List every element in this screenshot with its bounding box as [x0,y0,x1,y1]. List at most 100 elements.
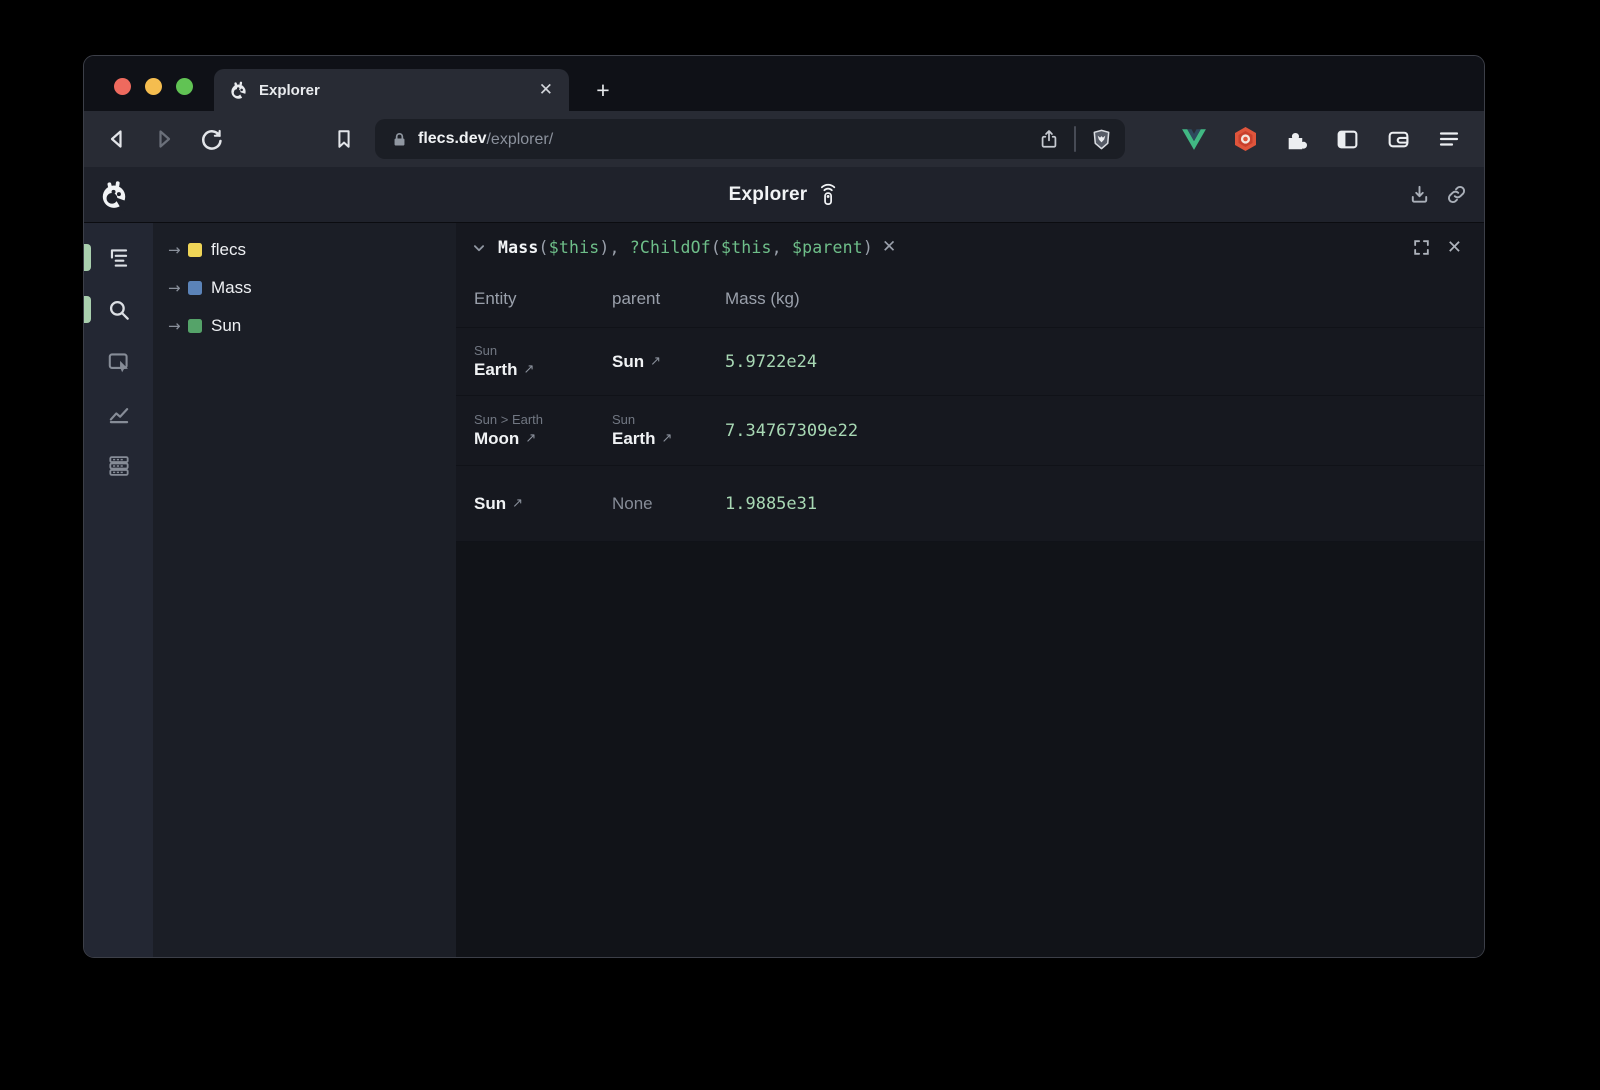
query-token: $this [549,238,600,257]
query-expression[interactable]: Mass($this), ?ChildOf($this, $parent) [498,238,873,257]
tree-item-mass[interactable]: → Mass [153,269,456,307]
extensions-area [1181,126,1470,152]
active-panel-indicator [84,296,91,323]
query-token: ) [599,238,609,257]
url-path: /explorer/ [486,132,553,147]
forward-button[interactable] [149,124,179,154]
entity-link[interactable]: Sun [612,351,644,373]
entity-color-square [188,319,202,333]
tab-strip: Explorer ✕ + [84,56,1484,111]
query-token: ( [539,238,549,257]
expand-arrow-icon[interactable]: → [168,317,188,335]
close-panel-icon[interactable]: ✕ [1447,237,1462,258]
query-panel: Mass($this), ?ChildOf($this, $parent) ✕ … [456,223,1484,957]
query-panel-empty-area [456,542,1484,957]
expand-arrow-icon[interactable]: → [168,279,188,297]
reload-button[interactable] [196,124,226,154]
table-row[interactable]: Sun > EarthMoon ↗ SunEarth ↗ 7.34767309e22 [456,396,1484,466]
query-token: ) [863,238,873,257]
browser-menu-icon[interactable] [1436,126,1462,152]
table-row[interactable]: Sun ↗ None 1.9885e31 [456,466,1484,542]
entity-color-square [188,243,202,257]
table-row[interactable]: SunEarth↗Sun↗5.9722e24 [456,328,1484,396]
table-header-row: Entity parent Mass (kg) [456,271,1484,328]
fullscreen-icon[interactable] [1412,238,1431,257]
log-panel-button[interactable] [106,453,132,479]
query-results-table: Entity parent Mass (kg) SunEarth↗Sun↗5.9… [456,271,1484,542]
tab-title: Explorer [259,82,320,99]
zoom-window-button[interactable] [176,78,193,95]
hexagon-extension-icon[interactable] [1232,126,1258,152]
share-icon[interactable] [1038,128,1060,150]
mass-value: 7.34767309e22 [725,421,1484,441]
query-token: Mass [498,238,539,257]
new-tab-button[interactable]: + [588,75,618,105]
expand-arrow-icon[interactable]: → [168,241,188,259]
entity-parent-path: Sun > Earth [474,412,606,427]
wallet-icon[interactable] [1385,126,1411,152]
extensions-puzzle-icon[interactable] [1283,126,1309,152]
entity-parent-path: Sun [612,412,719,427]
mass-value: 5.9722e24 [725,352,1484,372]
tree-panel-button[interactable] [106,245,132,271]
inspector-panel-button[interactable] [106,349,132,375]
tree-item-label: Mass [211,278,252,298]
sidebar-toggle-icon[interactable] [1334,126,1360,152]
entity-color-square [188,281,202,295]
url-host: flecs.dev [418,130,486,148]
flecs-logo-icon [98,179,130,211]
entity-parent-path: Sun [474,343,606,358]
tree-item-flecs[interactable]: → flecs [153,231,456,269]
tab-close-icon[interactable]: ✕ [539,80,553,100]
entity-value-none: None [612,493,653,515]
query-panel-button[interactable] [106,297,132,323]
entity-link[interactable]: Earth [612,428,655,450]
browser-toolbar: flecs.dev/explorer/ [84,111,1484,167]
entity-link[interactable]: Sun [474,493,506,515]
column-header-parent: parent [612,289,725,309]
query-header: Mass($this), ?ChildOf($this, $parent) ✕ … [456,223,1484,271]
open-entity-arrow-icon[interactable]: ↗ [661,431,672,446]
open-entity-arrow-icon[interactable]: ↗ [525,431,536,446]
remote-connection-icon [817,183,839,207]
mass-value: 1.9885e31 [725,494,1484,514]
browser-tab-explorer[interactable]: Explorer ✕ [214,69,569,111]
close-window-button[interactable] [114,78,131,95]
query-token: $this [721,238,772,257]
tree-item-label: Sun [211,316,241,336]
query-token: ( [711,238,721,257]
tool-sidebar [84,223,153,957]
explorer-header: Explorer [84,167,1484,223]
query-token: $parent [792,238,863,257]
open-entity-arrow-icon[interactable]: ↗ [512,496,523,511]
open-entity-arrow-icon[interactable]: ↗ [523,362,534,377]
query-token: ?ChildOf [630,238,711,257]
lock-icon [391,131,408,148]
active-panel-indicator [84,244,91,271]
entity-link[interactable]: Moon [474,428,519,450]
column-header-mass: Mass (kg) [725,289,1484,309]
flecs-favicon-icon [228,80,249,101]
vue-devtools-icon[interactable] [1181,126,1207,152]
browser-window: Explorer ✕ + flecs.dev/explorer/ [83,55,1485,958]
tree-item-sun[interactable]: → Sun [153,307,456,345]
traffic-lights [114,78,193,95]
download-icon[interactable] [1408,183,1431,206]
stats-panel-button[interactable] [106,401,132,427]
tree-item-label: flecs [211,240,246,260]
url-bar[interactable]: flecs.dev/explorer/ [375,119,1125,159]
bookmark-icon[interactable] [329,124,359,154]
query-token: , [772,238,792,257]
query-token: , [610,238,630,257]
page-title: Explorer [729,184,808,206]
query-clear-icon[interactable]: ✕ [882,237,896,257]
brave-shield-icon[interactable] [1090,128,1113,151]
minimize-window-button[interactable] [145,78,162,95]
back-button[interactable] [102,124,132,154]
chevron-down-icon[interactable] [470,239,488,257]
entity-tree-panel: → flecs → Mass → Sun [153,223,456,957]
entity-link[interactable]: Earth [474,359,517,381]
column-header-entity: Entity [474,289,612,309]
open-entity-arrow-icon[interactable]: ↗ [650,354,661,369]
link-icon[interactable] [1445,183,1468,206]
